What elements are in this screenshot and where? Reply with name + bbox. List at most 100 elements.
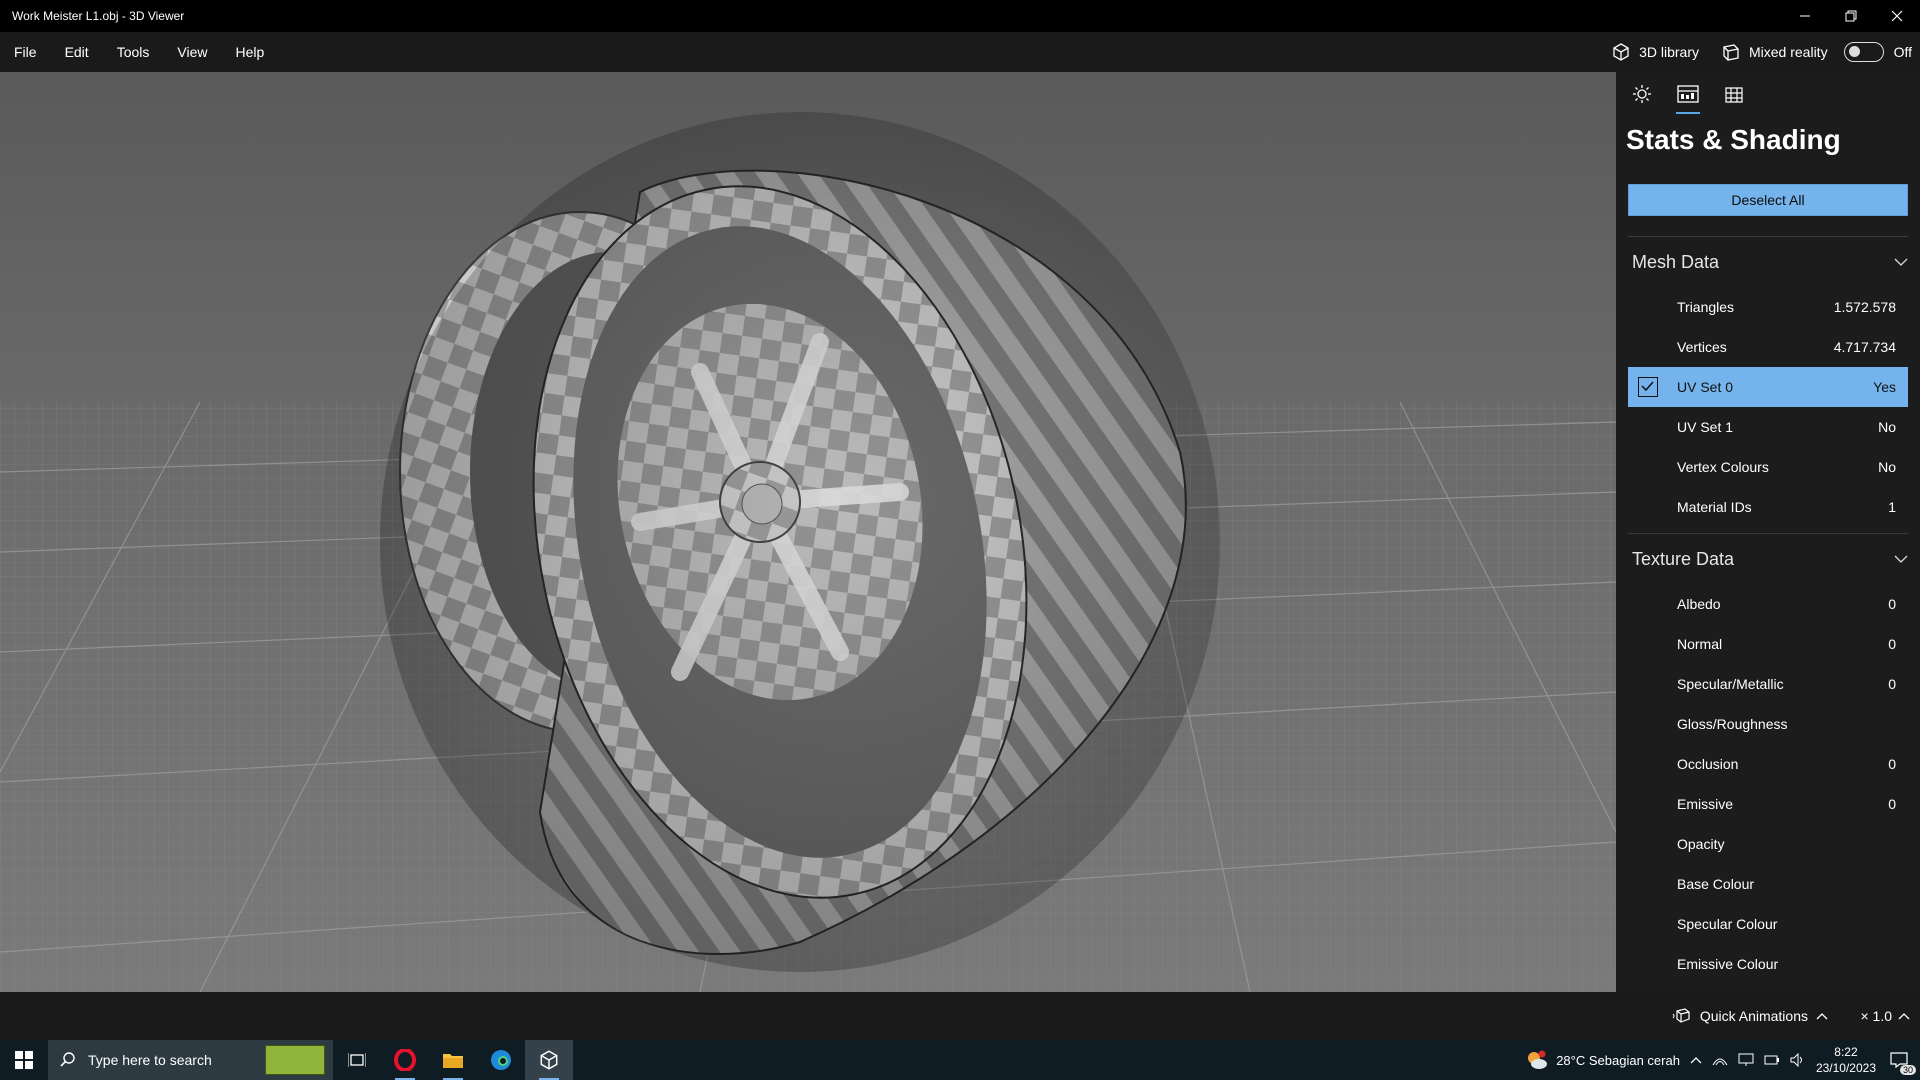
mesh-row-triangles[interactable]: Triangles 1.572.578 bbox=[1628, 287, 1908, 327]
3d-scene[interactable] bbox=[0, 72, 1616, 992]
edge-icon bbox=[491, 1050, 511, 1070]
restore-button[interactable] bbox=[1828, 0, 1874, 32]
notification-count: 30 bbox=[1899, 1065, 1916, 1075]
row-label: Normal bbox=[1677, 636, 1723, 652]
folder-icon bbox=[443, 1054, 463, 1068]
close-icon bbox=[1891, 10, 1903, 22]
clock[interactable]: 8:22 23/10/2023 bbox=[1816, 1044, 1876, 1076]
menubar-actions: 3D library Mixed reality Off bbox=[1605, 32, 1912, 72]
minimize-icon bbox=[1800, 15, 1810, 17]
tab-stats[interactable] bbox=[1676, 84, 1700, 114]
lighting-icon bbox=[1633, 85, 1651, 103]
file-explorer-taskbar-button[interactable] bbox=[429, 1040, 477, 1080]
texture-row-specular-colour[interactable]: Specular Colour bbox=[1628, 904, 1908, 944]
battery-icon[interactable] bbox=[1764, 1053, 1780, 1067]
row-label: Emissive Colour bbox=[1677, 956, 1779, 972]
checkbox-checked-icon[interactable] bbox=[1638, 377, 1658, 397]
texture-row-emissive-colour[interactable]: Emissive Colour bbox=[1628, 944, 1908, 984]
texture-row-normal[interactable]: Normal 0 bbox=[1628, 624, 1908, 664]
stats-icon bbox=[1677, 85, 1699, 103]
taskbar: Type here to search 28°C Sebagian cerah … bbox=[0, 1040, 1920, 1080]
notification-center-button[interactable]: 30 bbox=[1886, 1047, 1916, 1075]
task-view-button[interactable] bbox=[333, 1040, 381, 1080]
quick-animations-button[interactable]: Quick Animations bbox=[1672, 992, 1828, 1040]
quick-animations-label: Quick Animations bbox=[1699, 1008, 1808, 1024]
tab-grid[interactable] bbox=[1722, 84, 1746, 114]
task-view-icon bbox=[348, 1053, 366, 1067]
texture-data-section[interactable]: Texture Data bbox=[1616, 534, 1920, 584]
animation-speed-label: × 1.0 bbox=[1860, 1008, 1892, 1024]
menu-edit[interactable]: Edit bbox=[51, 32, 103, 72]
row-label: Vertex Colours bbox=[1677, 459, 1769, 475]
stats-panel: Stats & Shading Deselect All Mesh Data T… bbox=[1616, 72, 1920, 992]
texture-row-base-colour[interactable]: Base Colour bbox=[1628, 864, 1908, 904]
mesh-row-uv-set-0[interactable]: UV Set 0 Yes bbox=[1628, 367, 1908, 407]
display-icon[interactable] bbox=[1738, 1053, 1754, 1067]
mesh-data-section[interactable]: Mesh Data bbox=[1616, 237, 1920, 287]
tab-lighting[interactable] bbox=[1630, 84, 1654, 114]
weather-widget[interactable]: 28°C Sebagian cerah bbox=[1526, 1050, 1680, 1070]
row-value: 1.572.578 bbox=[1833, 299, 1896, 315]
clock-date: 23/10/2023 bbox=[1815, 1061, 1876, 1075]
menu-view[interactable]: View bbox=[163, 32, 221, 72]
toggle-knob bbox=[1848, 46, 1860, 57]
texture-data-heading: Texture Data bbox=[1632, 548, 1735, 569]
edge-taskbar-button[interactable] bbox=[477, 1040, 525, 1080]
start-button[interactable] bbox=[0, 1040, 48, 1080]
menu-help[interactable]: Help bbox=[221, 32, 278, 72]
mixed-reality-toggle[interactable] bbox=[1843, 42, 1884, 62]
network-icon[interactable] bbox=[1712, 1053, 1728, 1067]
menu-bar: File Edit Tools View Help 3D library Mix… bbox=[0, 32, 1920, 72]
chevron-up-icon[interactable] bbox=[1690, 1056, 1702, 1064]
animation-speed-button[interactable]: × 1.0 bbox=[1860, 992, 1910, 1040]
opera-taskbar-button[interactable] bbox=[381, 1040, 429, 1080]
row-value: 4.717.734 bbox=[1833, 339, 1896, 355]
mesh-row-vertices[interactable]: Vertices 4.717.734 bbox=[1628, 327, 1908, 367]
row-label: Opacity bbox=[1677, 836, 1725, 852]
search-icon bbox=[60, 1052, 75, 1067]
title-bar: Work Meister L1.obj - 3D Viewer bbox=[0, 0, 1920, 32]
row-label: Specular Colour bbox=[1677, 916, 1778, 932]
chevron-down-icon bbox=[1894, 555, 1908, 563]
menu-tools[interactable]: Tools bbox=[103, 32, 164, 72]
opera-icon bbox=[394, 1049, 416, 1071]
3d-library-label: 3D library bbox=[1639, 44, 1699, 60]
system-tray: 28°C Sebagian cerah 8:22 23/10/2023 30 bbox=[1526, 1040, 1920, 1080]
search-highlight-image[interactable] bbox=[265, 1045, 325, 1075]
texture-row-opacity[interactable]: Opacity bbox=[1628, 824, 1908, 864]
3d-viewport[interactable] bbox=[0, 72, 1616, 992]
row-value: 0 bbox=[1888, 676, 1896, 692]
windows-icon bbox=[15, 1051, 33, 1069]
mixed-reality-button[interactable]: Mixed reality bbox=[1715, 42, 1834, 62]
minimize-button[interactable] bbox=[1782, 0, 1828, 32]
row-value: No bbox=[1878, 459, 1896, 475]
row-label: Triangles bbox=[1677, 299, 1735, 315]
chevron-up-icon bbox=[1898, 1013, 1910, 1020]
row-value: 1 bbox=[1888, 499, 1896, 515]
3d-viewer-icon bbox=[540, 1050, 558, 1070]
row-value: 0 bbox=[1888, 596, 1896, 612]
mesh-row-uv-set-1[interactable]: UV Set 1 No bbox=[1628, 407, 1908, 447]
texture-row-gloss-roughness[interactable]: Gloss/Roughness bbox=[1628, 704, 1908, 744]
mesh-row-vertex-colours[interactable]: Vertex Colours No bbox=[1628, 447, 1908, 487]
row-label: Material IDs bbox=[1677, 499, 1752, 515]
deselect-all-button[interactable]: Deselect All bbox=[1628, 184, 1908, 216]
texture-row-albedo[interactable]: Albedo 0 bbox=[1628, 584, 1908, 624]
menu-file[interactable]: File bbox=[0, 32, 51, 72]
search-placeholder: Type here to search bbox=[88, 1052, 212, 1068]
panel-title: Stats & Shading bbox=[1626, 124, 1841, 155]
texture-row-specular-metallic[interactable]: Specular/Metallic 0 bbox=[1628, 664, 1908, 704]
weather-icon bbox=[1528, 1050, 1548, 1069]
animation-icon bbox=[1672, 1008, 1690, 1023]
mesh-row-material-ids[interactable]: Material IDs 1 bbox=[1628, 487, 1908, 527]
row-label: Base Colour bbox=[1677, 876, 1755, 892]
close-button[interactable] bbox=[1874, 0, 1920, 32]
volume-icon[interactable] bbox=[1790, 1053, 1806, 1067]
row-value: No bbox=[1878, 419, 1896, 435]
texture-row-occlusion[interactable]: Occlusion 0 bbox=[1628, 744, 1908, 784]
3d-library-button[interactable]: 3D library bbox=[1605, 42, 1705, 62]
chevron-up-icon bbox=[1816, 1013, 1828, 1020]
texture-row-emissive[interactable]: Emissive 0 bbox=[1628, 784, 1908, 824]
3d-viewer-taskbar-button[interactable] bbox=[525, 1040, 573, 1080]
taskbar-search[interactable]: Type here to search bbox=[48, 1040, 333, 1080]
